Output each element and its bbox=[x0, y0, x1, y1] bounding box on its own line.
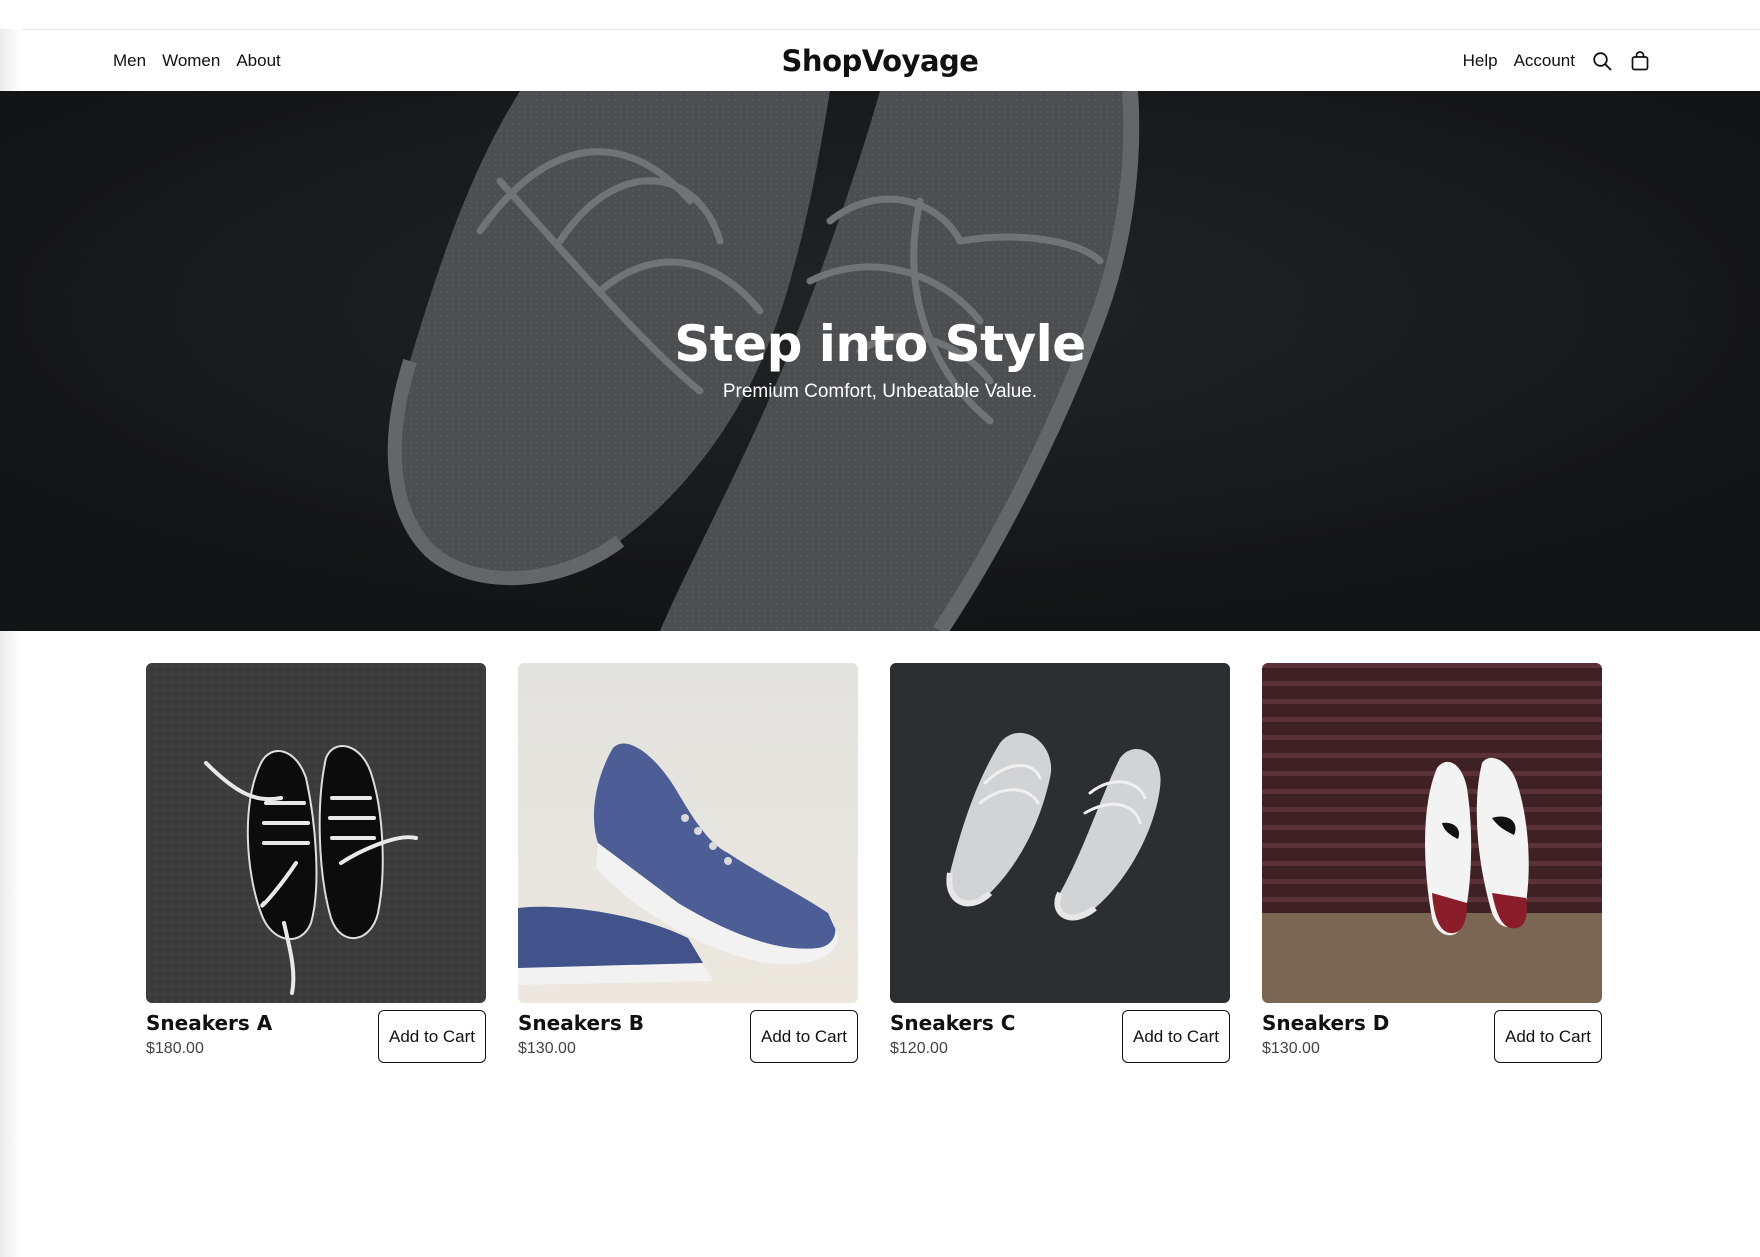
product-name[interactable]: Sneakers C bbox=[890, 1010, 1015, 1036]
product-image-white-sneakers[interactable] bbox=[890, 663, 1230, 1003]
product-info: Sneakers D $130.00 Add to Cart bbox=[1262, 1010, 1602, 1063]
product-card: Sneakers C $120.00 Add to Cart bbox=[890, 663, 1230, 1063]
product-image-black-sneakers[interactable] bbox=[146, 663, 486, 1003]
nav-link-women[interactable]: Women bbox=[162, 51, 220, 71]
hero-title: Step into Style bbox=[674, 315, 1086, 373]
product-info: Sneakers B $130.00 Add to Cart bbox=[518, 1010, 858, 1063]
product-price: $180.00 bbox=[146, 1040, 204, 1057]
hero-subtitle: Premium Comfort, Unbeatable Value. bbox=[722, 381, 1038, 402]
product-grid: Sneakers A $180.00 Add to Cart Sneakers … bbox=[146, 663, 1602, 1063]
nav-link-help[interactable]: Help bbox=[1463, 51, 1498, 71]
product-card: Sneakers B $130.00 Add to Cart bbox=[518, 663, 858, 1063]
shopping-bag-icon[interactable] bbox=[1629, 50, 1651, 72]
nav-link-men[interactable]: Men bbox=[113, 51, 146, 71]
secondary-nav: Help Account bbox=[1463, 30, 1651, 91]
add-to-cart-button[interactable]: Add to Cart bbox=[1494, 1010, 1602, 1063]
hero-banner: Step into Style Premium Comfort, Unbeata… bbox=[0, 91, 1760, 631]
add-to-cart-button[interactable]: Add to Cart bbox=[750, 1010, 858, 1063]
product-info: Sneakers A $180.00 Add to Cart bbox=[146, 1010, 486, 1063]
brand-logo[interactable]: ShopVoyage bbox=[782, 44, 979, 78]
product-image-blue-sneaker[interactable] bbox=[518, 663, 858, 1003]
product-image-white-red-sneakers[interactable] bbox=[1262, 663, 1602, 1003]
product-text: Sneakers D $130.00 bbox=[1262, 1010, 1389, 1058]
product-price: $130.00 bbox=[518, 1040, 576, 1057]
hero-text: Step into Style Premium Comfort, Unbeata… bbox=[0, 313, 1760, 403]
primary-nav: Men Women About bbox=[113, 30, 281, 91]
site-header: Men Women About ShopVoyage Help Account bbox=[0, 30, 1760, 91]
product-card: Sneakers D $130.00 Add to Cart bbox=[1262, 663, 1602, 1063]
product-price: $130.00 bbox=[1262, 1040, 1320, 1057]
product-text: Sneakers C $120.00 bbox=[890, 1010, 1015, 1058]
product-name[interactable]: Sneakers B bbox=[518, 1010, 644, 1036]
add-to-cart-button[interactable]: Add to Cart bbox=[1122, 1010, 1230, 1063]
product-card: Sneakers A $180.00 Add to Cart bbox=[146, 663, 486, 1063]
product-name[interactable]: Sneakers A bbox=[146, 1010, 272, 1036]
product-text: Sneakers A $180.00 bbox=[146, 1010, 272, 1058]
product-name[interactable]: Sneakers D bbox=[1262, 1010, 1389, 1036]
product-info: Sneakers C $120.00 Add to Cart bbox=[890, 1010, 1230, 1063]
page: Men Women About ShopVoyage Help Account bbox=[0, 0, 1760, 1257]
search-icon[interactable] bbox=[1591, 50, 1613, 72]
product-text: Sneakers B $130.00 bbox=[518, 1010, 644, 1058]
product-price: $120.00 bbox=[890, 1040, 948, 1057]
nav-link-about[interactable]: About bbox=[236, 51, 280, 71]
add-to-cart-button[interactable]: Add to Cart bbox=[378, 1010, 486, 1063]
nav-link-account[interactable]: Account bbox=[1514, 51, 1575, 71]
